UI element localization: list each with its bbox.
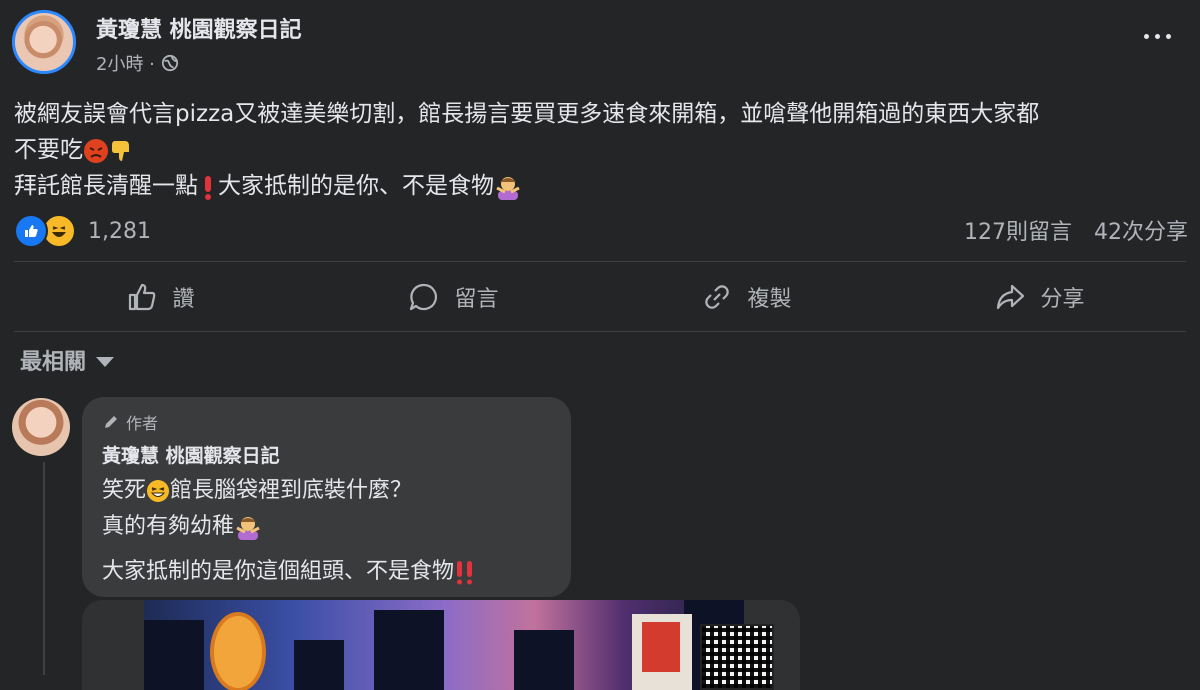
- double-exclamation-icon: [457, 561, 473, 585]
- post-text-fragment: 大家抵制的是你、不是食物: [218, 173, 494, 199]
- comment-text-fragment: 館長腦袋裡到底裝什麼？: [170, 478, 413, 503]
- copy-link-button[interactable]: 複製: [600, 262, 893, 332]
- comment-author-name[interactable]: 黃瓊慧 桃園觀察日記: [102, 441, 280, 468]
- author-badge-label: 作者: [126, 414, 159, 433]
- post-stats: 127則留言 42次分享: [964, 214, 1188, 246]
- qr-code: [700, 624, 774, 690]
- shares-count[interactable]: 42次分享: [1094, 214, 1188, 246]
- like-button[interactable]: 讚: [14, 262, 307, 332]
- caret-down-icon: [96, 357, 115, 367]
- facepalm-person-icon: [236, 517, 260, 540]
- divider: [14, 331, 1186, 332]
- comment-text-fragment: 大家抵制的是你這個組頭、不是食物: [102, 559, 455, 584]
- facepalm-person-icon: [496, 176, 520, 200]
- exclamation-mark-icon: [205, 175, 211, 200]
- comment-sort-dropdown[interactable]: 最相關: [20, 344, 115, 376]
- comment-button-label: 留言: [454, 287, 499, 312]
- post-author-name[interactable]: 黃瓊慧 桃園觀察日記: [96, 12, 302, 44]
- post-author-avatar[interactable]: [12, 10, 76, 74]
- post-text-fragment: 拜託館長清醒一點: [14, 173, 198, 199]
- like-reaction-icon: [14, 214, 48, 248]
- speech-bubble-icon: [410, 283, 438, 311]
- share-button-label: 分享: [1040, 287, 1085, 312]
- post-text-fragment: 不要吃: [14, 137, 83, 163]
- comment-line-1: 笑死 館長腦袋裡到底裝什麼？: [102, 472, 412, 504]
- comment-line-3: 大家抵制的是你這個組頭、不是食物: [102, 553, 476, 586]
- reaction-count: 1,281: [88, 218, 151, 244]
- post-text-line-3: 拜託館長清醒一點 大家抵制的是你、不是食物: [14, 168, 1189, 204]
- post-action-bar: 讚 留言 複製 分享: [14, 262, 1186, 332]
- comment-text-fragment: 笑死: [102, 478, 147, 503]
- comment-text-fragment: 真的有夠幼稚: [102, 514, 235, 539]
- post-text-line-2: 不要吃: [14, 132, 1189, 168]
- pencil-icon: [105, 416, 117, 428]
- comments-count[interactable]: 127則留言: [964, 214, 1072, 246]
- post-timestamp[interactable]: 2小時 ·: [96, 50, 155, 76]
- grinning-sweat-face-icon: [147, 480, 170, 502]
- comment-sort-label: 最相關: [20, 350, 87, 375]
- post-meta: 2小時 ·: [96, 50, 179, 76]
- like-button-label: 讚: [172, 287, 195, 312]
- share-button[interactable]: 分享: [893, 262, 1186, 332]
- comment-image-attachment[interactable]: [82, 600, 800, 690]
- more-options-icon[interactable]: [1140, 28, 1174, 44]
- thumbs-up-icon: [129, 283, 156, 311]
- share-arrow-icon: [997, 284, 1025, 310]
- city-night-photo: [144, 600, 774, 690]
- post-body: 被網友誤會代言pizza又被達美樂切割，館長揚言要買更多速食來開箱，並嗆聲他開箱…: [14, 96, 1189, 204]
- comment-button[interactable]: 留言: [307, 262, 600, 332]
- post-text-line-1: 被網友誤會代言pizza又被達美樂切割，館長揚言要買更多速食來開箱，並嗆聲他開箱…: [14, 101, 1040, 127]
- angry-face-icon: [84, 138, 108, 163]
- link-icon: [705, 285, 730, 309]
- globe-icon: [161, 54, 179, 72]
- thread-line: [43, 462, 45, 675]
- copy-link-button-label: 複製: [747, 287, 792, 312]
- author-badge: 作者: [102, 410, 158, 434]
- reactions-summary[interactable]: 1,281: [14, 214, 151, 248]
- thumbs-down-icon: [112, 140, 129, 161]
- comment-line-2: 真的有夠幼稚: [102, 508, 262, 540]
- commenter-avatar[interactable]: [12, 398, 70, 456]
